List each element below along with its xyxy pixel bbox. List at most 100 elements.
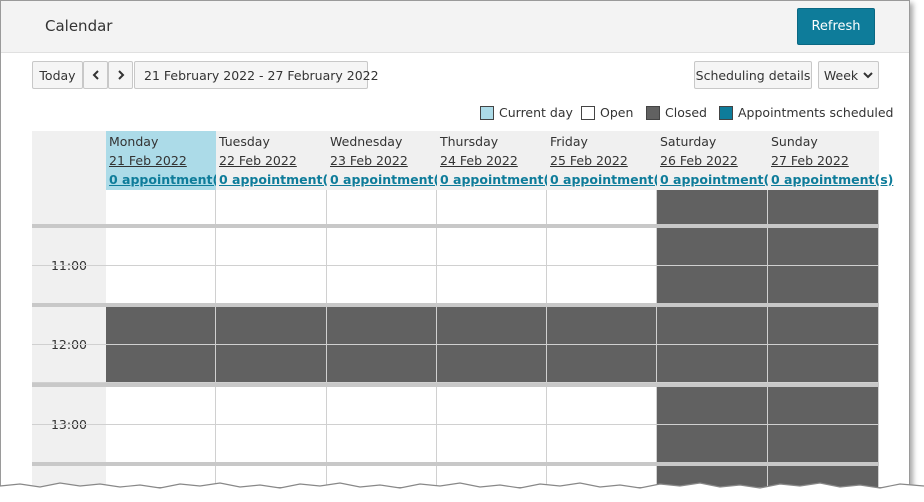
- hour-separator: [32, 383, 879, 387]
- time-slot-cell[interactable]: [437, 345, 547, 382]
- time-slot-cell[interactable]: [657, 266, 768, 303]
- scheduling-details-button[interactable]: Scheduling details: [694, 61, 812, 89]
- legend-current-day: Current day: [480, 105, 573, 120]
- time-gutter: [32, 190, 106, 224]
- day-date-link[interactable]: 25 Feb 2022: [550, 153, 628, 168]
- time-slot-cell[interactable]: [216, 228, 327, 265]
- legend-swatch-open: [581, 105, 595, 120]
- time-slot-cell[interactable]: [437, 307, 547, 344]
- time-slot-cell[interactable]: [106, 190, 216, 224]
- chevron-down-icon: [863, 72, 873, 79]
- legend-label: Appointments scheduled: [738, 105, 894, 120]
- day-name: Sunday: [771, 134, 818, 149]
- chevron-right-icon: [117, 70, 124, 80]
- refresh-button[interactable]: Refresh: [797, 8, 875, 45]
- hour-separator: [32, 462, 879, 466]
- day-name: Tuesday: [219, 134, 270, 149]
- time-slot-cell[interactable]: [327, 228, 437, 265]
- time-slot-cell[interactable]: [547, 307, 657, 344]
- page-header: Calendar Refresh: [1, 1, 909, 53]
- time-slot-cell[interactable]: [106, 266, 216, 303]
- appointments-link[interactable]: 0 appointment(s): [219, 172, 341, 187]
- appointments-link[interactable]: 0 appointment(s): [660, 172, 782, 187]
- time-slot-cell[interactable]: [216, 266, 327, 303]
- calendar-content: Today 21 February 2022 - 27 February 202…: [1, 53, 909, 487]
- day-date-link[interactable]: 27 Feb 2022: [771, 153, 849, 168]
- calendar-window: Calendar Refresh Today 21 February 2022 …: [0, 0, 910, 488]
- time-slot-cell[interactable]: [768, 307, 879, 344]
- day-name: Saturday: [660, 134, 717, 149]
- view-label: Week: [823, 67, 859, 83]
- time-slot-cell[interactable]: [106, 307, 216, 344]
- time-slot-cell[interactable]: [327, 345, 437, 382]
- time-slot-cell[interactable]: [327, 387, 437, 424]
- time-slot-cell[interactable]: [547, 228, 657, 265]
- time-slot-cell[interactable]: [657, 307, 768, 344]
- time-slot-cell[interactable]: [327, 266, 437, 303]
- time-slot-cell[interactable]: [216, 387, 327, 424]
- time-slot-cell[interactable]: [657, 190, 768, 224]
- hour-separator: [32, 224, 879, 228]
- time-slot-cell[interactable]: [768, 228, 879, 265]
- time-slot-cell[interactable]: [106, 425, 216, 462]
- appointments-link[interactable]: 0 appointment(s): [771, 172, 893, 187]
- torn-edge: [0, 482, 924, 502]
- view-selector-dropdown[interactable]: Week: [818, 61, 879, 89]
- time-slot-cell[interactable]: [216, 190, 327, 224]
- time-slot-cell[interactable]: [327, 190, 437, 224]
- next-week-button[interactable]: [108, 61, 133, 89]
- hour-separator: [32, 303, 879, 307]
- legend-open: Open: [581, 105, 633, 120]
- day-date-link[interactable]: 26 Feb 2022: [660, 153, 738, 168]
- time-slot-cell[interactable]: [437, 190, 547, 224]
- day-name: Wednesday: [330, 134, 403, 149]
- time-slot-cell[interactable]: [327, 307, 437, 344]
- legend: Current day Open Closed Appointments sch…: [1, 105, 909, 121]
- day-date-link[interactable]: 21 Feb 2022: [109, 153, 187, 168]
- time-slot-cell[interactable]: [437, 266, 547, 303]
- time-slot-cell[interactable]: [657, 228, 768, 265]
- day-date-link[interactable]: 23 Feb 2022: [330, 153, 408, 168]
- previous-week-button[interactable]: [83, 61, 108, 89]
- day-date-link[interactable]: 24 Feb 2022: [440, 153, 518, 168]
- time-slot-cell[interactable]: [437, 387, 547, 424]
- legend-swatch-closed: [646, 105, 660, 120]
- day-name: Monday: [109, 134, 159, 149]
- legend-closed: Closed: [646, 105, 707, 120]
- time-slot-cell[interactable]: [768, 190, 879, 224]
- today-button[interactable]: Today: [32, 61, 83, 89]
- time-slot-cell[interactable]: [547, 190, 657, 224]
- day-header-monday: Monday 21 Feb 2022 0 appointment(s): [106, 131, 231, 190]
- time-slot-cell[interactable]: [657, 387, 768, 424]
- time-slot-cell[interactable]: [657, 425, 768, 462]
- appointments-link[interactable]: 0 appointment(s): [330, 172, 452, 187]
- day-header-friday: Friday 25 Feb 2022 0 appointment(s): [547, 131, 672, 190]
- time-slot-cell[interactable]: [106, 345, 216, 382]
- appointments-link[interactable]: 0 appointment(s): [440, 172, 562, 187]
- time-slot-cell[interactable]: [547, 387, 657, 424]
- time-slot-cell[interactable]: [216, 307, 327, 344]
- time-slot-cell[interactable]: [547, 345, 657, 382]
- appointments-link[interactable]: 0 appointment(s): [109, 172, 231, 187]
- chevron-left-icon: [92, 70, 99, 80]
- time-slot-cell[interactable]: [657, 345, 768, 382]
- time-slot-cell[interactable]: [768, 266, 879, 303]
- time-slot-cell[interactable]: [547, 266, 657, 303]
- time-slot-cell[interactable]: [437, 425, 547, 462]
- appointments-link[interactable]: 0 appointment(s): [550, 172, 672, 187]
- time-slot-cell[interactable]: [106, 228, 216, 265]
- time-slot-cell[interactable]: [768, 387, 879, 424]
- day-header-thursday: Thursday 24 Feb 2022 0 appointment(s): [437, 131, 562, 190]
- date-range-label: 21 February 2022 - 27 February 2022: [144, 67, 379, 83]
- time-slot-cell[interactable]: [106, 387, 216, 424]
- time-slot-cell[interactable]: [547, 425, 657, 462]
- time-slot-cell[interactable]: [768, 425, 879, 462]
- legend-appointments: Appointments scheduled: [719, 105, 894, 120]
- time-slot-cell[interactable]: [768, 345, 879, 382]
- date-range-dropdown[interactable]: 21 February 2022 - 27 February 2022: [134, 61, 379, 89]
- time-slot-cell[interactable]: [216, 425, 327, 462]
- time-slot-cell[interactable]: [216, 345, 327, 382]
- time-slot-cell[interactable]: [327, 425, 437, 462]
- day-date-link[interactable]: 22 Feb 2022: [219, 153, 297, 168]
- time-slot-cell[interactable]: [437, 228, 547, 265]
